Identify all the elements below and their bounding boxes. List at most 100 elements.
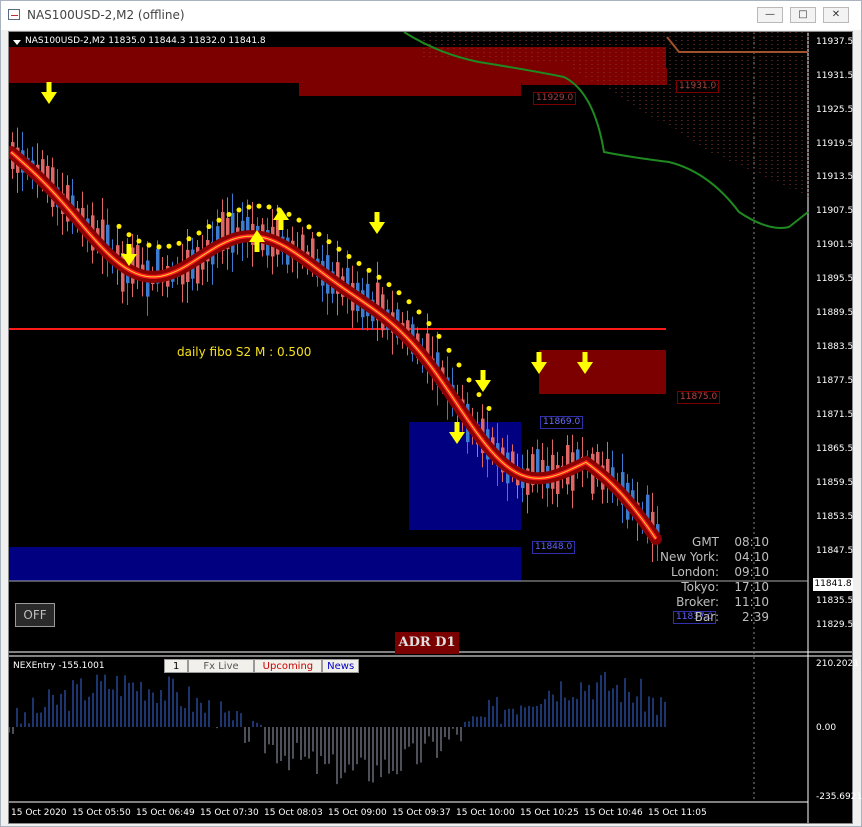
price-axis-label: 11901.5: [816, 240, 854, 250]
signal-dot: [126, 232, 132, 238]
time-axis-label: 15 Oct 05:50: [72, 808, 131, 818]
signal-arrow-icon: [475, 380, 491, 392]
clock-value: 11:10: [734, 595, 769, 609]
terminal-window: NAS100USD-2,M2 (offline) — □ ✕ NAS100USD…: [0, 0, 862, 827]
current-price-marker: 11841.8: [813, 578, 853, 591]
signal-dot: [346, 253, 352, 259]
tab-news[interactable]: News: [322, 659, 360, 673]
price-axis-label: 11907.5: [816, 206, 854, 216]
time-axis-label: 15 Oct 10:46: [584, 808, 643, 818]
signal-arrow-icon: [369, 222, 385, 234]
adr-d1-button[interactable]: ADR D1: [395, 632, 459, 654]
signal-dot: [256, 203, 262, 209]
signal-dot: [386, 282, 392, 288]
signal-dot: [326, 239, 332, 245]
chart-header: NAS100USD-2,M2 11835.0 11844.3 11832.0 1…: [25, 36, 266, 46]
session-clock: GMT 08:10 New York: 04:10 London: 09:10 Tok…: [639, 535, 769, 625]
time-axis-label: 15 Oct 10:00: [456, 808, 515, 818]
price-axis-label: 11877.5: [816, 376, 854, 386]
red-zone-top-3: [522, 68, 667, 85]
price-axis-label: 11859.5: [816, 478, 854, 488]
price-axis-label: 11829.5: [816, 620, 854, 630]
price-axis-label: 11889.5: [816, 308, 854, 318]
time-axis-label: 15 Oct 10:25: [520, 808, 579, 818]
chart-window-icon: [8, 9, 20, 20]
time-axis-label: 15 Oct 08:03: [264, 808, 323, 818]
price-axis-label: 11865.5: [816, 444, 854, 454]
signal-dot: [366, 267, 372, 273]
price-axis-label: 11919.5: [816, 139, 854, 149]
price-chart-svg[interactable]: [9, 32, 852, 823]
off-button[interactable]: OFF: [15, 603, 55, 627]
price-axis-label: 11937.5: [816, 37, 854, 47]
signal-dot: [306, 224, 312, 230]
close-button[interactable]: ✕: [823, 7, 849, 23]
price-axis-label: 11853.5: [816, 512, 854, 522]
signal-arrow-icon: [278, 220, 284, 230]
indicator-axis-label: 210.2021: [816, 659, 859, 669]
title-bar[interactable]: NAS100USD-2,M2 (offline) — □ ✕: [1, 1, 861, 30]
signal-dot: [356, 260, 362, 266]
tab-1[interactable]: 1: [164, 659, 189, 673]
signal-dot: [316, 231, 322, 237]
signal-arrow-icon: [454, 422, 460, 432]
indicator-axis-label: -235.6921: [816, 792, 862, 802]
clock-value: 04:10: [734, 550, 769, 564]
clock-value: 09:10: [734, 565, 769, 579]
signal-dot: [136, 238, 142, 244]
zone-label-blue-big: 11848.0: [532, 541, 576, 554]
signal-arrow-icon: [582, 352, 588, 362]
signal-arrow-icon: [46, 82, 52, 92]
signal-dot: [186, 236, 192, 242]
red-zone-top-2: [299, 83, 521, 96]
window-title: NAS100USD-2,M2 (offline): [27, 8, 185, 22]
signal-arrow-icon: [41, 92, 57, 104]
signal-dot: [176, 240, 182, 246]
signal-dot: [146, 242, 152, 248]
signal-arrow-icon: [536, 352, 542, 362]
maximize-button[interactable]: □: [790, 7, 816, 23]
fibo-label: daily fibo S2 M : 0.500: [177, 345, 312, 359]
price-axis-label: 11925.5: [816, 105, 854, 115]
signal-dot: [156, 244, 162, 250]
signal-arrow-icon: [374, 212, 380, 222]
news-tabs: 1 Fx Live Upcoming News: [164, 659, 360, 673]
price-axis-label: 11847.5: [816, 546, 854, 556]
time-axis-label: 15 Oct 09:00: [328, 808, 387, 818]
signal-dot: [116, 223, 122, 229]
blue-zone-small: [409, 422, 521, 530]
tab-fx-live[interactable]: Fx Live: [188, 659, 254, 673]
signal-dot: [406, 299, 412, 305]
chart-menu-triangle-icon[interactable]: [13, 40, 21, 45]
clock-value: 2:39: [742, 610, 769, 624]
tab-upcoming[interactable]: Upcoming: [253, 659, 323, 673]
minimize-button[interactable]: —: [757, 7, 783, 23]
zone-label-top-2: 11931.0: [676, 80, 720, 93]
signal-dot: [246, 204, 252, 210]
signal-dot: [376, 274, 382, 280]
price-axis-label: 11871.5: [816, 410, 854, 420]
zone-label-top-1: 11929.0: [533, 92, 577, 105]
red-zone-mid: [539, 350, 666, 394]
time-axis-label: 15 Oct 06:49: [136, 808, 195, 818]
time-axis-label: 15 Oct 11:05: [648, 808, 707, 818]
price-axis-label: 11895.5: [816, 274, 854, 284]
clock-label: New York:: [660, 550, 719, 564]
clock-value: 17:10: [734, 580, 769, 594]
chart-area[interactable]: NAS100USD-2,M2 11835.0 11844.3 11832.0 1…: [8, 31, 862, 824]
clock-label: Tokyo:: [681, 580, 719, 594]
signal-dot: [426, 321, 432, 327]
clock-label: GMT: [692, 535, 719, 549]
signal-dot: [216, 217, 222, 223]
signal-dot: [206, 224, 212, 230]
zone-label-mid-red: 11875.0: [677, 391, 721, 404]
clock-value: 08:10: [734, 535, 769, 549]
clock-label: Bar:: [694, 610, 719, 624]
signal-arrow-icon: [480, 370, 486, 380]
clock-label: London:: [670, 565, 719, 579]
signal-dot: [436, 333, 442, 339]
clock-label: Broker:: [676, 595, 719, 609]
signal-dot: [266, 204, 272, 210]
signal-dot: [396, 290, 402, 296]
indicator-title: NEXEntry -155.1001: [13, 661, 105, 671]
